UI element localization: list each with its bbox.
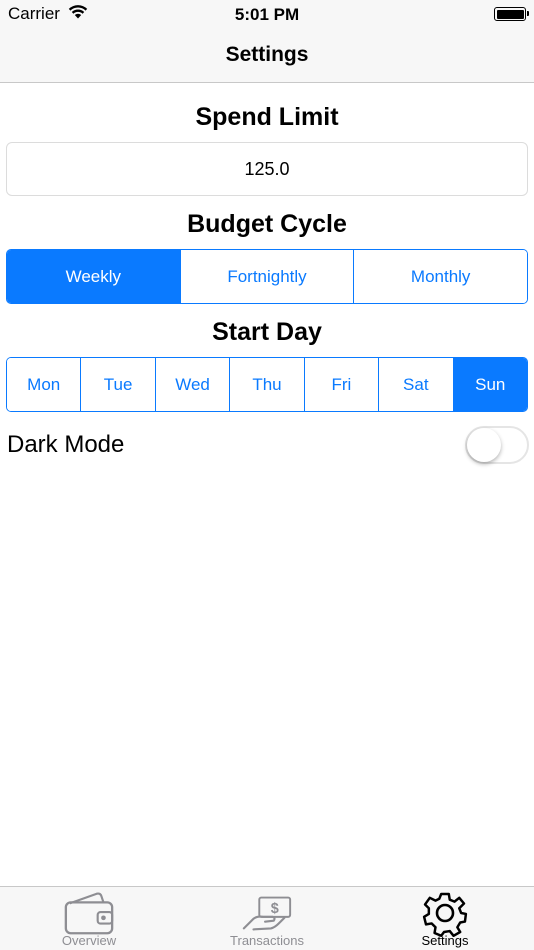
segment-sat[interactable]: Sat	[378, 358, 453, 411]
segment-fri[interactable]: Fri	[303, 358, 379, 411]
segment-monthly[interactable]: Monthly	[353, 250, 527, 303]
tab-label-transactions: Transactions	[230, 933, 304, 948]
navigation-bar: Settings	[0, 28, 534, 83]
tab-label-overview: Overview	[61, 933, 117, 948]
hand-money-icon: $	[240, 889, 294, 937]
segment-sun[interactable]: Sun	[452, 358, 527, 411]
segment-tue[interactable]: Tue	[80, 358, 155, 411]
toggle-knob	[467, 428, 501, 462]
segment-fortnightly[interactable]: Fortnightly	[179, 250, 354, 303]
tab-bar: Overview $ Transactions Settings	[0, 886, 534, 950]
tab-settings[interactable]: Settings	[356, 887, 534, 950]
settings-screen: Carrier 5:01 PM Settings Spend Limit Bud…	[0, 0, 534, 950]
segment-mon[interactable]: Mon	[7, 358, 81, 411]
wallet-icon	[62, 889, 116, 937]
status-time: 5:01 PM	[234, 5, 300, 24]
spend-limit-title: Spend Limit	[195, 103, 339, 131]
spend-limit-input[interactable]	[6, 142, 528, 196]
budget-cycle-title: Budget Cycle	[187, 210, 347, 238]
settings-content: Spend Limit Budget Cycle Weekly Fortnigh…	[0, 84, 534, 464]
segment-thu[interactable]: Thu	[229, 358, 304, 411]
start-day-control: Mon Tue Wed Thu Fri Sat Sun	[6, 357, 528, 412]
gear-icon	[418, 889, 472, 937]
status-bar: Carrier 5:01 PM	[0, 0, 534, 28]
segment-weekly[interactable]: Weekly	[7, 250, 180, 303]
tab-label-settings: Settings	[421, 933, 469, 948]
svg-text:$: $	[271, 901, 279, 917]
segment-wed[interactable]: Wed	[154, 358, 230, 411]
battery-fill	[496, 9, 524, 19]
tab-overview[interactable]: Overview	[0, 887, 178, 950]
start-day-title: Start Day	[212, 318, 322, 346]
budget-cycle-control: Weekly Fortnightly Monthly	[6, 249, 528, 304]
battery-icon	[494, 7, 529, 21]
dark-mode-label: Dark Mode	[7, 431, 125, 458]
tab-transactions[interactable]: $ Transactions	[178, 887, 356, 950]
page-title: Settings	[225, 43, 309, 66]
dark-mode-row: Dark Mode	[0, 426, 534, 464]
dark-mode-toggle[interactable]	[465, 426, 529, 464]
